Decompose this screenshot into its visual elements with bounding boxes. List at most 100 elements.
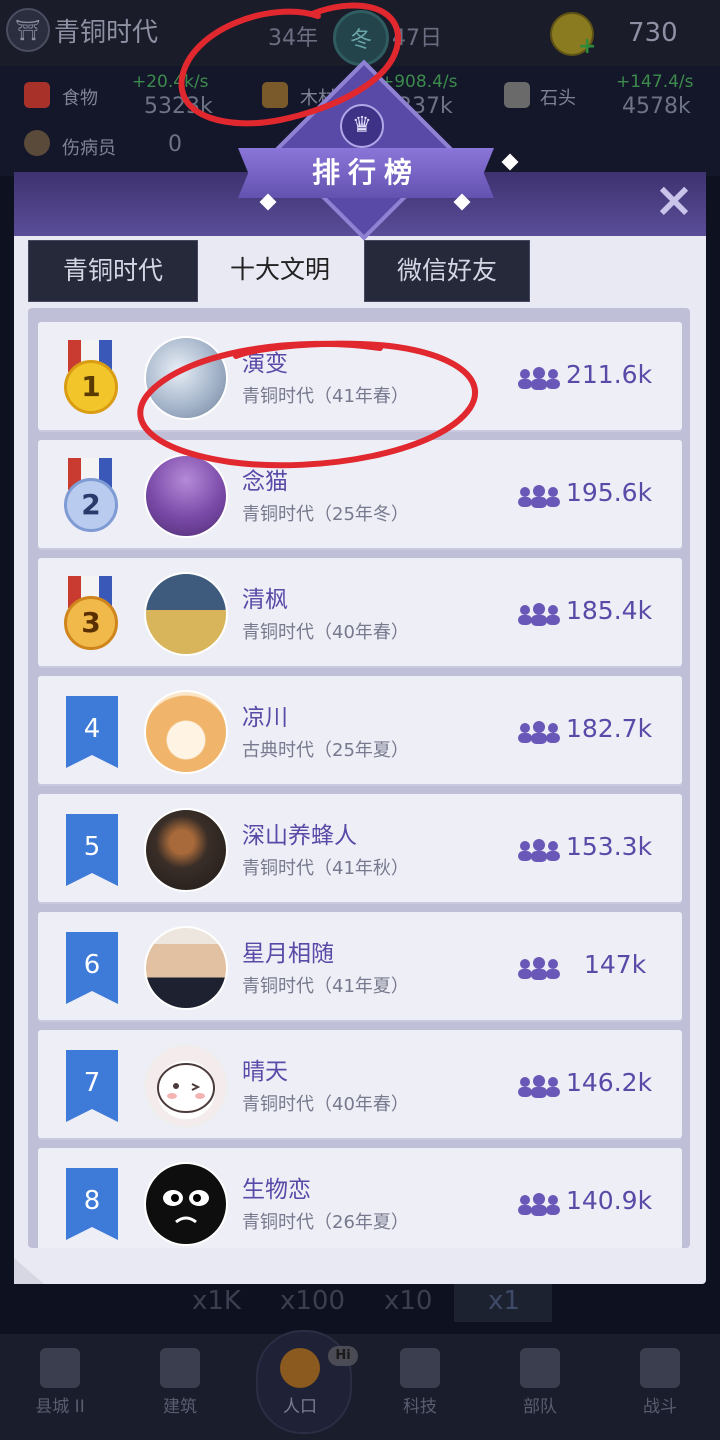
population-icon <box>518 957 560 980</box>
ranking-title: 排行榜 <box>311 156 420 189</box>
player-name: 深山养蜂人 <box>242 823 357 849</box>
coin-count: 730 <box>628 18 678 48</box>
food-icon <box>24 82 50 108</box>
nav-item-county[interactable]: 县城 II <box>0 1334 120 1417</box>
day-label: 47日 <box>392 26 442 51</box>
era-icon[interactable]: ⛩ <box>6 8 50 52</box>
stone-rate: +147.4/s <box>616 72 694 92</box>
ranking-row[interactable]: 1 演变 青铜时代（41年春） 211.6k <box>38 322 682 430</box>
angry-face-icon <box>163 1190 209 1224</box>
ranking-row[interactable]: 5 深山养蜂人 青铜时代（41年秋） 153.3k <box>38 794 682 902</box>
tab-top-ten[interactable]: 十大文明 <box>198 240 362 300</box>
wounded-icon <box>24 130 50 156</box>
bronze-medal-icon: 3 <box>64 596 118 650</box>
era-title: 青铜时代 <box>54 18 159 48</box>
silver-medal-icon: 2 <box>64 478 118 532</box>
population-value: 147k <box>584 950 647 979</box>
player-era: 青铜时代（41年秋） <box>242 858 409 879</box>
population-icon <box>518 1075 560 1098</box>
nav-item-battle[interactable]: 战斗 <box>600 1334 720 1417</box>
player-name: 晴天 <box>242 1059 288 1085</box>
player-era: 青铜时代（40年春） <box>242 1094 409 1115</box>
stone-value: 4578k <box>622 94 691 119</box>
player-name: 演变 <box>242 351 288 377</box>
tab-wechat-friends[interactable]: 微信好友 <box>364 240 530 302</box>
ranking-row[interactable]: 3 清枫 青铜时代（40年春） 185.4k <box>38 558 682 666</box>
population-value: 211.6k <box>566 360 653 389</box>
avatar[interactable] <box>144 926 228 1010</box>
nav-label-county: 县城 II <box>35 1397 85 1417</box>
banner-icon <box>520 1348 560 1388</box>
population-icon <box>518 1193 560 1216</box>
house-icon <box>160 1348 200 1388</box>
avatar[interactable] <box>144 454 228 538</box>
avatar[interactable] <box>144 1044 228 1128</box>
rank-flag: 8 <box>66 1168 118 1240</box>
player-era: 青铜时代（25年冬） <box>242 504 409 525</box>
population-value: 153.3k <box>566 832 653 861</box>
rank-flag: 6 <box>66 932 118 1004</box>
player-name: 凉川 <box>242 705 288 731</box>
population-value: 182.7k <box>566 714 653 743</box>
year-label: 34年 <box>268 26 318 51</box>
population-value: 185.4k <box>566 596 653 625</box>
player-name: 清枫 <box>242 587 288 613</box>
season-badge: 冬 <box>333 10 389 66</box>
stone-icon <box>504 82 530 108</box>
player-name: 星月相随 <box>242 941 334 967</box>
hi-bubble: Hi <box>328 1346 358 1366</box>
ranking-row[interactable]: 2 念猫 青铜时代（25年冬） 195.6k <box>38 440 682 548</box>
nav-item-buildings[interactable]: 建筑 <box>120 1334 240 1417</box>
add-coins-button[interactable]: + <box>578 34 596 59</box>
tab-bronze-age[interactable]: 青铜时代 <box>28 240 198 302</box>
ranking-row[interactable]: 6 星月相随 青铜时代（41年夏） 147k <box>38 912 682 1020</box>
multiplier-x100[interactable]: x100 <box>280 1286 345 1316</box>
person-icon <box>280 1348 320 1388</box>
rank-flag: 5 <box>66 814 118 886</box>
nav-item-troops[interactable]: 部队 <box>480 1334 600 1417</box>
population-icon <box>518 367 560 390</box>
player-era: 青铜时代（26年夏） <box>242 1212 409 1233</box>
smiley-icon <box>157 1063 215 1113</box>
rank-flag: 4 <box>66 696 118 768</box>
population-value: 146.2k <box>566 1068 653 1097</box>
gold-medal-icon: 1 <box>64 360 118 414</box>
nav-label-battle: 战斗 <box>643 1397 677 1417</box>
avatar[interactable] <box>144 690 228 774</box>
population-icon <box>518 839 560 862</box>
player-era: 古典时代（25年夏） <box>242 740 409 761</box>
avatar[interactable] <box>144 1162 228 1246</box>
avatar[interactable] <box>144 808 228 892</box>
player-era: 青铜时代（41年夏） <box>242 976 409 997</box>
avatar[interactable] <box>144 336 228 420</box>
ranking-list[interactable]: 1 演变 青铜时代（41年春） 211.6k 2 念猫 青铜时代（25年冬） 1… <box>28 308 690 1248</box>
population-icon <box>518 603 560 626</box>
book-icon <box>400 1348 440 1388</box>
wood-icon <box>262 82 288 108</box>
panel-corner-decoration <box>14 1258 44 1284</box>
population-icon <box>518 485 560 508</box>
close-button[interactable]: × <box>650 176 698 226</box>
swords-icon <box>640 1348 680 1388</box>
nav-label-buildings: 建筑 <box>163 1397 197 1417</box>
ranking-row[interactable]: 7 晴天 青铜时代（40年春） 146.2k <box>38 1030 682 1138</box>
ranking-row[interactable]: 8 生物恋 青铜时代（26年夏） 140.9k <box>38 1148 682 1248</box>
player-name: 念猫 <box>242 469 288 495</box>
avatar[interactable] <box>144 572 228 656</box>
rank-flag: 7 <box>66 1050 118 1122</box>
stone-label: 石头 <box>540 88 576 109</box>
castle-icon <box>40 1348 80 1388</box>
nav-label-troops: 部队 <box>523 1397 557 1417</box>
player-era: 青铜时代（41年春） <box>242 386 409 407</box>
ranking-row[interactable]: 4 凉川 古典时代（25年夏） 182.7k <box>38 676 682 784</box>
multiplier-x1k[interactable]: x1K <box>192 1286 241 1316</box>
population-value: 195.6k <box>566 478 653 507</box>
nav-label-tech: 科技 <box>403 1397 437 1417</box>
wounded-label: 伤病员 <box>62 138 116 159</box>
nav-item-tech[interactable]: 科技 <box>360 1334 480 1417</box>
multiplier-x10[interactable]: x10 <box>384 1286 432 1316</box>
crown-icon: ♛ <box>340 104 384 148</box>
multiplier-x1[interactable]: x1 <box>488 1286 520 1316</box>
population-value: 140.9k <box>566 1186 653 1215</box>
food-label: 食物 <box>62 88 98 109</box>
